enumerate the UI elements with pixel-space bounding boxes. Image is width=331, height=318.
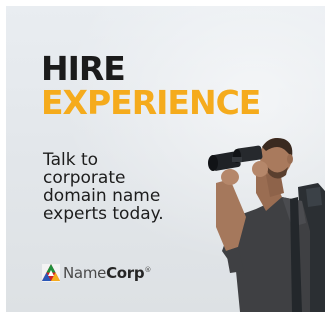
tagline-line: domain name <box>43 186 161 206</box>
namecorp-logo-icon <box>42 264 60 282</box>
tagline-line: experts today. <box>43 204 164 224</box>
namecorp-logo-text: NameCorp® <box>63 264 152 282</box>
man-with-binoculars-photo <box>208 138 325 312</box>
tagline-line: Talk to <box>43 150 99 170</box>
tagline-line: corporate <box>43 168 126 188</box>
ad-banner[interactable]: HIRE EXPERIENCE Talk to corporate domain… <box>6 6 325 312</box>
namecorp-logo[interactable]: NameCorp® <box>41 261 151 285</box>
headline-experience: EXPERIENCE <box>41 83 261 122</box>
headline-hire: HIRE <box>41 49 126 88</box>
tagline: Talk to corporate domain name experts to… <box>43 151 193 223</box>
